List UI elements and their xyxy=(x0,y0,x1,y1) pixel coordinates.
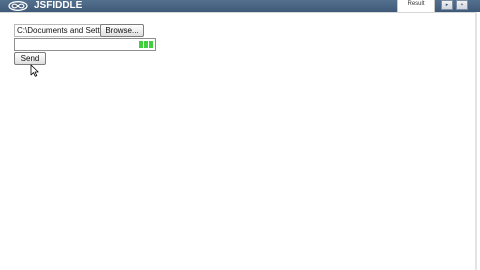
result-frame-scrollbar[interactable] xyxy=(475,12,477,270)
progress-segment xyxy=(149,41,153,48)
progress-segment xyxy=(139,41,143,48)
browse-button[interactable]: Browse... xyxy=(100,24,144,37)
add-toolbar-button[interactable]: + xyxy=(456,0,468,10)
logo-text: JSFIDDLE xyxy=(34,0,83,11)
jsfiddle-logo[interactable]: JSFIDDLE xyxy=(8,0,82,12)
progress-fill xyxy=(139,41,153,48)
run-toolbar-button[interactable]: ▸ xyxy=(441,0,453,10)
mouse-pointer-icon xyxy=(30,64,39,77)
plus-icon: + xyxy=(460,1,464,8)
arrow-right-icon: ▸ xyxy=(445,1,449,8)
result-frame-top-border xyxy=(0,12,476,13)
jsfiddle-infinity-icon xyxy=(8,1,28,11)
file-path-field[interactable]: C:\Documents and Setti xyxy=(14,24,102,37)
upload-progress-bar xyxy=(14,38,156,51)
progress-segment xyxy=(144,41,148,48)
